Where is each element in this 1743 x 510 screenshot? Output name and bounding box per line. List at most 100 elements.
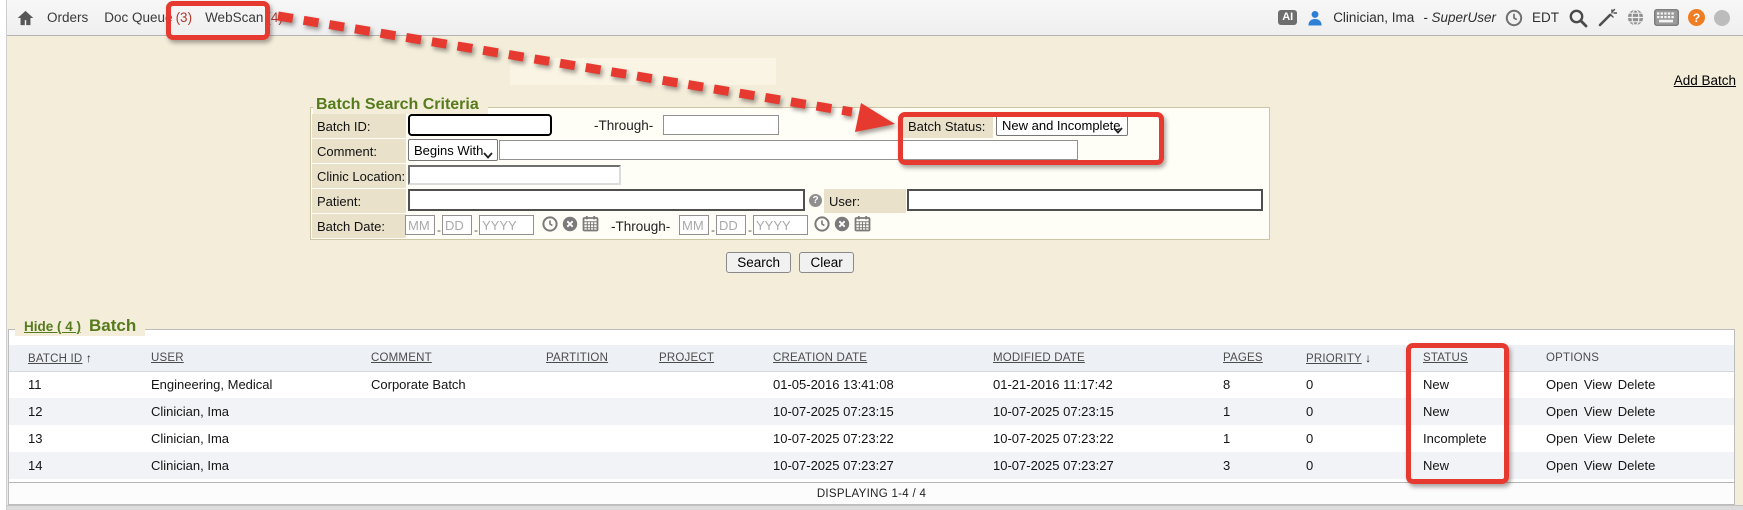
home-icon[interactable]	[17, 10, 34, 26]
horizontal-scrollbar[interactable]	[7, 505, 1743, 510]
nav-item-count: (4)	[266, 10, 283, 25]
keyboard-icon[interactable]	[1654, 9, 1679, 26]
cell-creation-date: 01-05-2016 13:41:08	[765, 371, 985, 398]
clinic-location-label: Clinic Location:	[312, 164, 406, 188]
column-header-status: STATUS	[1415, 345, 1538, 371]
cell-modified-date: 01-21-2016 11:17:42	[985, 371, 1215, 398]
cell-status: New	[1415, 371, 1538, 398]
ai-badge[interactable]: AI	[1278, 10, 1297, 25]
time-picker-icon[interactable]	[542, 216, 558, 232]
cell-batch-id: 13	[9, 425, 143, 452]
time-picker-icon[interactable]	[814, 216, 830, 232]
batch-table: BATCH ID ↑ USER COMMENT PARTITION PROJEC…	[9, 345, 1734, 479]
search-icon[interactable]	[1568, 8, 1588, 28]
cell-partition	[538, 371, 651, 398]
delete-link[interactable]: Delete	[1618, 458, 1656, 473]
cell-priority: 0	[1298, 452, 1415, 479]
clinic-location-input[interactable]	[408, 165, 621, 185]
wand-icon[interactable]	[1597, 8, 1617, 28]
nav-right-group: AI Clinician, Ima - SuperUser EDT ?	[1278, 8, 1743, 28]
batch-id-from-input[interactable]	[408, 114, 552, 136]
cell-creation-date: 10-07-2025 07:23:27	[765, 452, 985, 479]
delete-link[interactable]: Delete	[1618, 377, 1656, 392]
delete-link[interactable]: Delete	[1618, 404, 1656, 419]
cell-modified-date: 10-07-2025 07:23:27	[985, 452, 1215, 479]
add-batch-link[interactable]: Add Batch	[1674, 73, 1736, 88]
clear-date-icon[interactable]	[562, 216, 578, 232]
cell-user: Clinician, Ima	[143, 425, 363, 452]
batch-section-title: Batch	[89, 316, 136, 336]
open-link[interactable]: Open	[1546, 404, 1578, 419]
comment-operator-select[interactable]: Begins With	[408, 139, 498, 161]
cell-modified-date: 10-07-2025 07:23:22	[985, 425, 1215, 452]
column-header-user: USER	[143, 345, 363, 371]
batch-search-criteria-panel: Batch Search Criteria Batch ID: -Through…	[310, 107, 1270, 240]
clear-button[interactable]: Clear	[799, 252, 853, 273]
batch-date-to-day-input[interactable]	[716, 215, 746, 235]
table-header-row: BATCH ID ↑ USER COMMENT PARTITION PROJEC…	[9, 345, 1734, 371]
hide-batches-link[interactable]: Hide ( 4 )	[24, 319, 81, 334]
cell-pages: 8	[1215, 371, 1298, 398]
cell-creation-date: 10-07-2025 07:23:15	[765, 398, 985, 425]
nav-item-webscan[interactable]: WebScan (4)	[205, 10, 283, 25]
cell-project	[651, 425, 765, 452]
cell-project	[651, 398, 765, 425]
comment-label: Comment:	[312, 139, 406, 163]
column-header-comment: COMMENT	[363, 345, 538, 371]
clear-date-icon[interactable]	[834, 216, 850, 232]
user-label: User:	[824, 189, 906, 213]
view-link[interactable]: View	[1584, 458, 1612, 473]
calendar-icon[interactable]	[854, 215, 870, 231]
open-link[interactable]: Open	[1546, 458, 1578, 473]
view-link[interactable]: View	[1584, 404, 1612, 419]
highlight-strip	[510, 58, 776, 85]
globe-icon[interactable]	[1626, 8, 1645, 27]
batch-results-panel: Hide ( 4 ) Batch BATCH ID ↑ USER COMMENT…	[8, 329, 1735, 505]
open-link[interactable]: Open	[1546, 377, 1578, 392]
batch-date-to-year-input[interactable]	[753, 215, 808, 235]
nav-item-label: Orders	[47, 10, 88, 25]
search-button[interactable]: Search	[726, 252, 791, 273]
batch-date-from-month-input[interactable]	[405, 215, 435, 235]
comment-input[interactable]	[499, 140, 1078, 160]
nav-item-orders[interactable]: Orders	[47, 10, 91, 25]
delete-link[interactable]: Delete	[1618, 431, 1656, 446]
patient-input[interactable]	[408, 189, 805, 211]
column-header-batch-id: BATCH ID ↑	[9, 345, 143, 371]
batch-id-to-input[interactable]	[663, 115, 779, 135]
patient-label: Patient:	[312, 189, 406, 213]
cell-options: Open View Delete	[1538, 371, 1734, 398]
open-link[interactable]: Open	[1546, 431, 1578, 446]
page-left-edge	[0, 0, 7, 510]
cell-project	[651, 452, 765, 479]
batch-status-select[interactable]: New and Incomplete	[996, 114, 1128, 136]
calendar-icon[interactable]	[582, 215, 598, 231]
cell-modified-date: 10-07-2025 07:23:15	[985, 398, 1215, 425]
clock-icon[interactable]	[1505, 9, 1523, 27]
cell-options: Open View Delete	[1538, 398, 1734, 425]
user-input[interactable]	[907, 189, 1263, 211]
cell-partition	[538, 452, 651, 479]
date-separator: -	[711, 223, 715, 237]
comment-operator-value: Begins With	[414, 143, 483, 158]
chevron-down-icon	[1113, 122, 1123, 137]
cell-comment	[363, 398, 538, 425]
view-link[interactable]: View	[1584, 431, 1612, 446]
sort-asc-icon: ↑	[86, 351, 92, 365]
sort-desc-icon: ↓	[1365, 351, 1371, 365]
table-row: 14 Clinician, Ima 10-07-2025 07:23:27 10…	[9, 452, 1734, 479]
cell-status: New	[1415, 398, 1538, 425]
cell-user: Clinician, Ima	[143, 398, 363, 425]
patient-help-icon[interactable]: ?	[809, 194, 822, 207]
cell-partition	[538, 425, 651, 452]
cell-options: Open View Delete	[1538, 425, 1734, 452]
batch-date-to-month-input[interactable]	[679, 215, 709, 235]
top-nav-bar: Orders Doc Queue (3) WebScan (4) AI Clin…	[7, 0, 1743, 36]
table-row: 12 Clinician, Ima 10-07-2025 07:23:15 10…	[9, 398, 1734, 425]
column-header-project: PROJECT	[651, 345, 765, 371]
nav-item-doc-queue[interactable]: Doc Queue (3)	[104, 10, 192, 25]
batch-date-from-year-input[interactable]	[479, 215, 534, 235]
batch-date-from-day-input[interactable]	[442, 215, 472, 235]
view-link[interactable]: View	[1584, 377, 1612, 392]
help-icon[interactable]: ?	[1688, 9, 1705, 26]
